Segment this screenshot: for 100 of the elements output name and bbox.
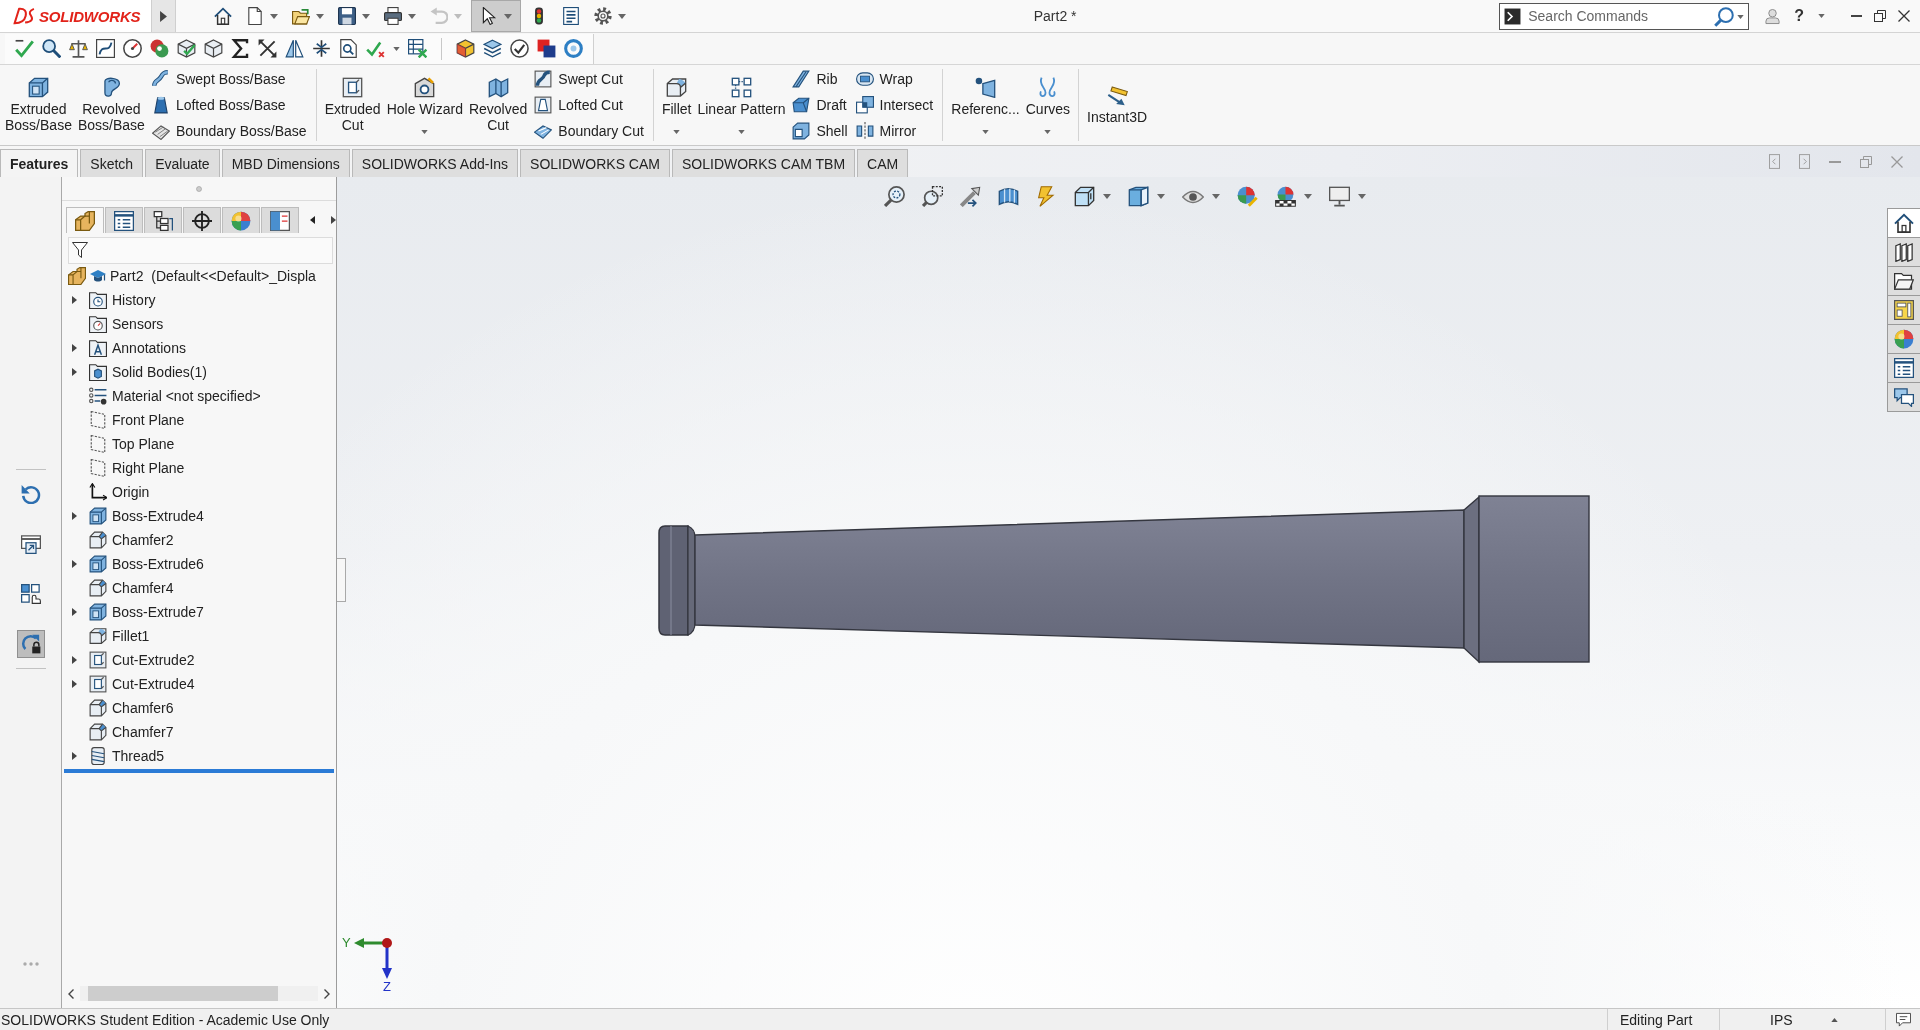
expand-arrow-icon[interactable] xyxy=(72,344,77,352)
ribbon-button[interactable]: Hole Wizard xyxy=(383,65,466,145)
caret-icon[interactable] xyxy=(393,46,400,51)
tree-item[interactable]: Origin xyxy=(112,484,150,500)
search-field[interactable]: Search Commands xyxy=(1499,2,1750,30)
lightning-icon[interactable] xyxy=(1036,186,1057,207)
ring-icon[interactable] xyxy=(564,39,583,58)
tile-left-icon[interactable] xyxy=(1769,154,1780,169)
table-icon[interactable] xyxy=(408,39,427,58)
ribbon-button[interactable]: Extruded Cut xyxy=(321,65,384,145)
ribbon-command[interactable]: Mirror xyxy=(853,119,936,143)
mirror-icon[interactable] xyxy=(855,122,874,140)
ribbon-command[interactable]: Shell xyxy=(790,119,850,143)
caret-icon[interactable] xyxy=(362,13,370,19)
ribbon-command[interactable]: Boundary Boss/Base xyxy=(149,119,309,143)
home-icon[interactable] xyxy=(1894,213,1914,233)
intersect-icon[interactable] xyxy=(855,96,874,114)
monitor-icon[interactable] xyxy=(1329,186,1350,207)
list-icon[interactable] xyxy=(114,210,134,231)
scroll-left-icon[interactable] xyxy=(310,216,315,224)
tree-item[interactable]: Material <not specified> xyxy=(112,388,261,404)
expand-arrow-icon[interactable] xyxy=(72,680,77,688)
tree-item[interactable]: Sensors xyxy=(112,316,164,332)
caret-icon[interactable] xyxy=(504,13,512,19)
magnifier-icon[interactable] xyxy=(42,39,61,58)
ribbon-command[interactable]: Swept Cut xyxy=(532,67,646,91)
tree-item[interactable]: Boss-Extrude6 xyxy=(112,556,204,572)
cross-arrows-icon[interactable] xyxy=(258,39,277,58)
command-tab[interactable]: SOLIDWORKS CAM TBM xyxy=(672,149,856,177)
panel-tab[interactable] xyxy=(144,207,182,233)
task-pane-tab[interactable] xyxy=(1887,208,1920,238)
sigma-icon[interactable] xyxy=(231,39,250,58)
ribbon-button[interactable]: Revolved Boss/Base xyxy=(74,65,148,145)
save-icon[interactable] xyxy=(338,7,356,25)
caret-icon[interactable] xyxy=(316,13,324,19)
expand-arrow-icon[interactable] xyxy=(72,656,77,664)
toolbar-button[interactable] xyxy=(471,0,521,32)
mirror-triangles-icon[interactable] xyxy=(285,39,304,58)
ribbon-button[interactable]: Fillet xyxy=(658,65,695,145)
scene-ball-icon[interactable] xyxy=(1275,186,1296,207)
fillet-icon[interactable] xyxy=(666,76,688,98)
pattern-grid-icon[interactable] xyxy=(730,76,752,98)
sphere-icon[interactable] xyxy=(231,210,251,231)
chevron-right-icon[interactable] xyxy=(324,988,330,999)
ribbon-command[interactable]: Wrap xyxy=(853,67,936,91)
panel-collapse-handle[interactable] xyxy=(337,558,346,602)
tree-item[interactable]: Chamfer6 xyxy=(112,700,174,716)
expand-arrow-icon[interactable] xyxy=(160,10,167,22)
filter-field[interactable] xyxy=(68,237,333,264)
panel-tab[interactable] xyxy=(261,207,299,233)
zoom-fit-icon[interactable] xyxy=(884,186,905,207)
caret-icon[interactable] xyxy=(408,13,416,19)
overlap-squares-icon[interactable] xyxy=(537,39,556,58)
scroll-thumb[interactable] xyxy=(88,986,278,1001)
printer-icon[interactable] xyxy=(384,7,402,25)
expand-arrow-icon[interactable] xyxy=(72,608,77,616)
close-icon[interactable] xyxy=(1898,10,1910,22)
wand-arrow-icon[interactable] xyxy=(960,186,981,207)
cut-extrude-icon[interactable] xyxy=(342,77,364,98)
ribbon-command[interactable]: Lofted Boss/Base xyxy=(149,93,309,117)
rib-icon[interactable] xyxy=(792,70,811,88)
eye-icon[interactable] xyxy=(1182,189,1204,204)
tree-item[interactable]: Cut-Extrude4 xyxy=(112,676,195,692)
command-tab[interactable]: CAM xyxy=(857,149,909,177)
ribbon-command[interactable]: Rib xyxy=(790,67,850,91)
task-pane-tab[interactable] xyxy=(1887,237,1920,267)
tree-item[interactable]: Right Plane xyxy=(112,460,185,476)
cursor-icon[interactable] xyxy=(480,7,498,25)
books-icon[interactable] xyxy=(1894,242,1914,262)
ribbon-button[interactable]: Instant3D xyxy=(1084,65,1151,145)
tree-item[interactable]: Boss-Extrude7 xyxy=(112,604,204,620)
layout-panel-icon[interactable] xyxy=(1894,300,1914,320)
tree-list-icon[interactable] xyxy=(153,210,173,231)
caret-icon[interactable] xyxy=(1304,194,1312,199)
caret-icon[interactable] xyxy=(1830,1017,1838,1022)
tree-item[interactable]: Thread5 xyxy=(112,748,165,764)
tree-item[interactable]: Front Plane xyxy=(112,412,185,428)
new-document-icon[interactable] xyxy=(246,7,264,25)
paint-cube-icon[interactable] xyxy=(456,39,475,58)
sweep-icon[interactable] xyxy=(151,70,170,88)
tree-item[interactable]: Solid Bodies(1) xyxy=(112,364,207,380)
draft-icon[interactable] xyxy=(792,96,811,114)
command-tab[interactable]: SOLIDWORKS CAM xyxy=(520,149,670,177)
sweep-cut-icon[interactable] xyxy=(534,70,553,88)
expand-arrow-icon[interactable] xyxy=(72,752,77,760)
command-tab[interactable]: Sketch xyxy=(80,149,144,177)
overlap-circles-icon[interactable] xyxy=(150,39,169,58)
document-search-icon[interactable] xyxy=(339,39,358,58)
open-folder-icon[interactable] xyxy=(292,7,310,25)
view-cube-icon[interactable] xyxy=(1074,186,1095,207)
tree-item[interactable]: Top Plane xyxy=(112,436,175,452)
paint-ball-icon[interactable] xyxy=(1237,186,1258,207)
tree-item[interactable]: Annotations xyxy=(112,340,186,356)
scrollbar[interactable] xyxy=(80,986,318,1001)
shell-icon[interactable] xyxy=(792,122,811,140)
expand-arrow-icon[interactable] xyxy=(72,296,77,304)
panel-tab[interactable] xyxy=(105,207,143,233)
crosshair-icon[interactable] xyxy=(192,210,212,231)
speech-bubble-icon[interactable] xyxy=(1895,1012,1911,1027)
boundary-cut-icon[interactable] xyxy=(534,122,553,140)
